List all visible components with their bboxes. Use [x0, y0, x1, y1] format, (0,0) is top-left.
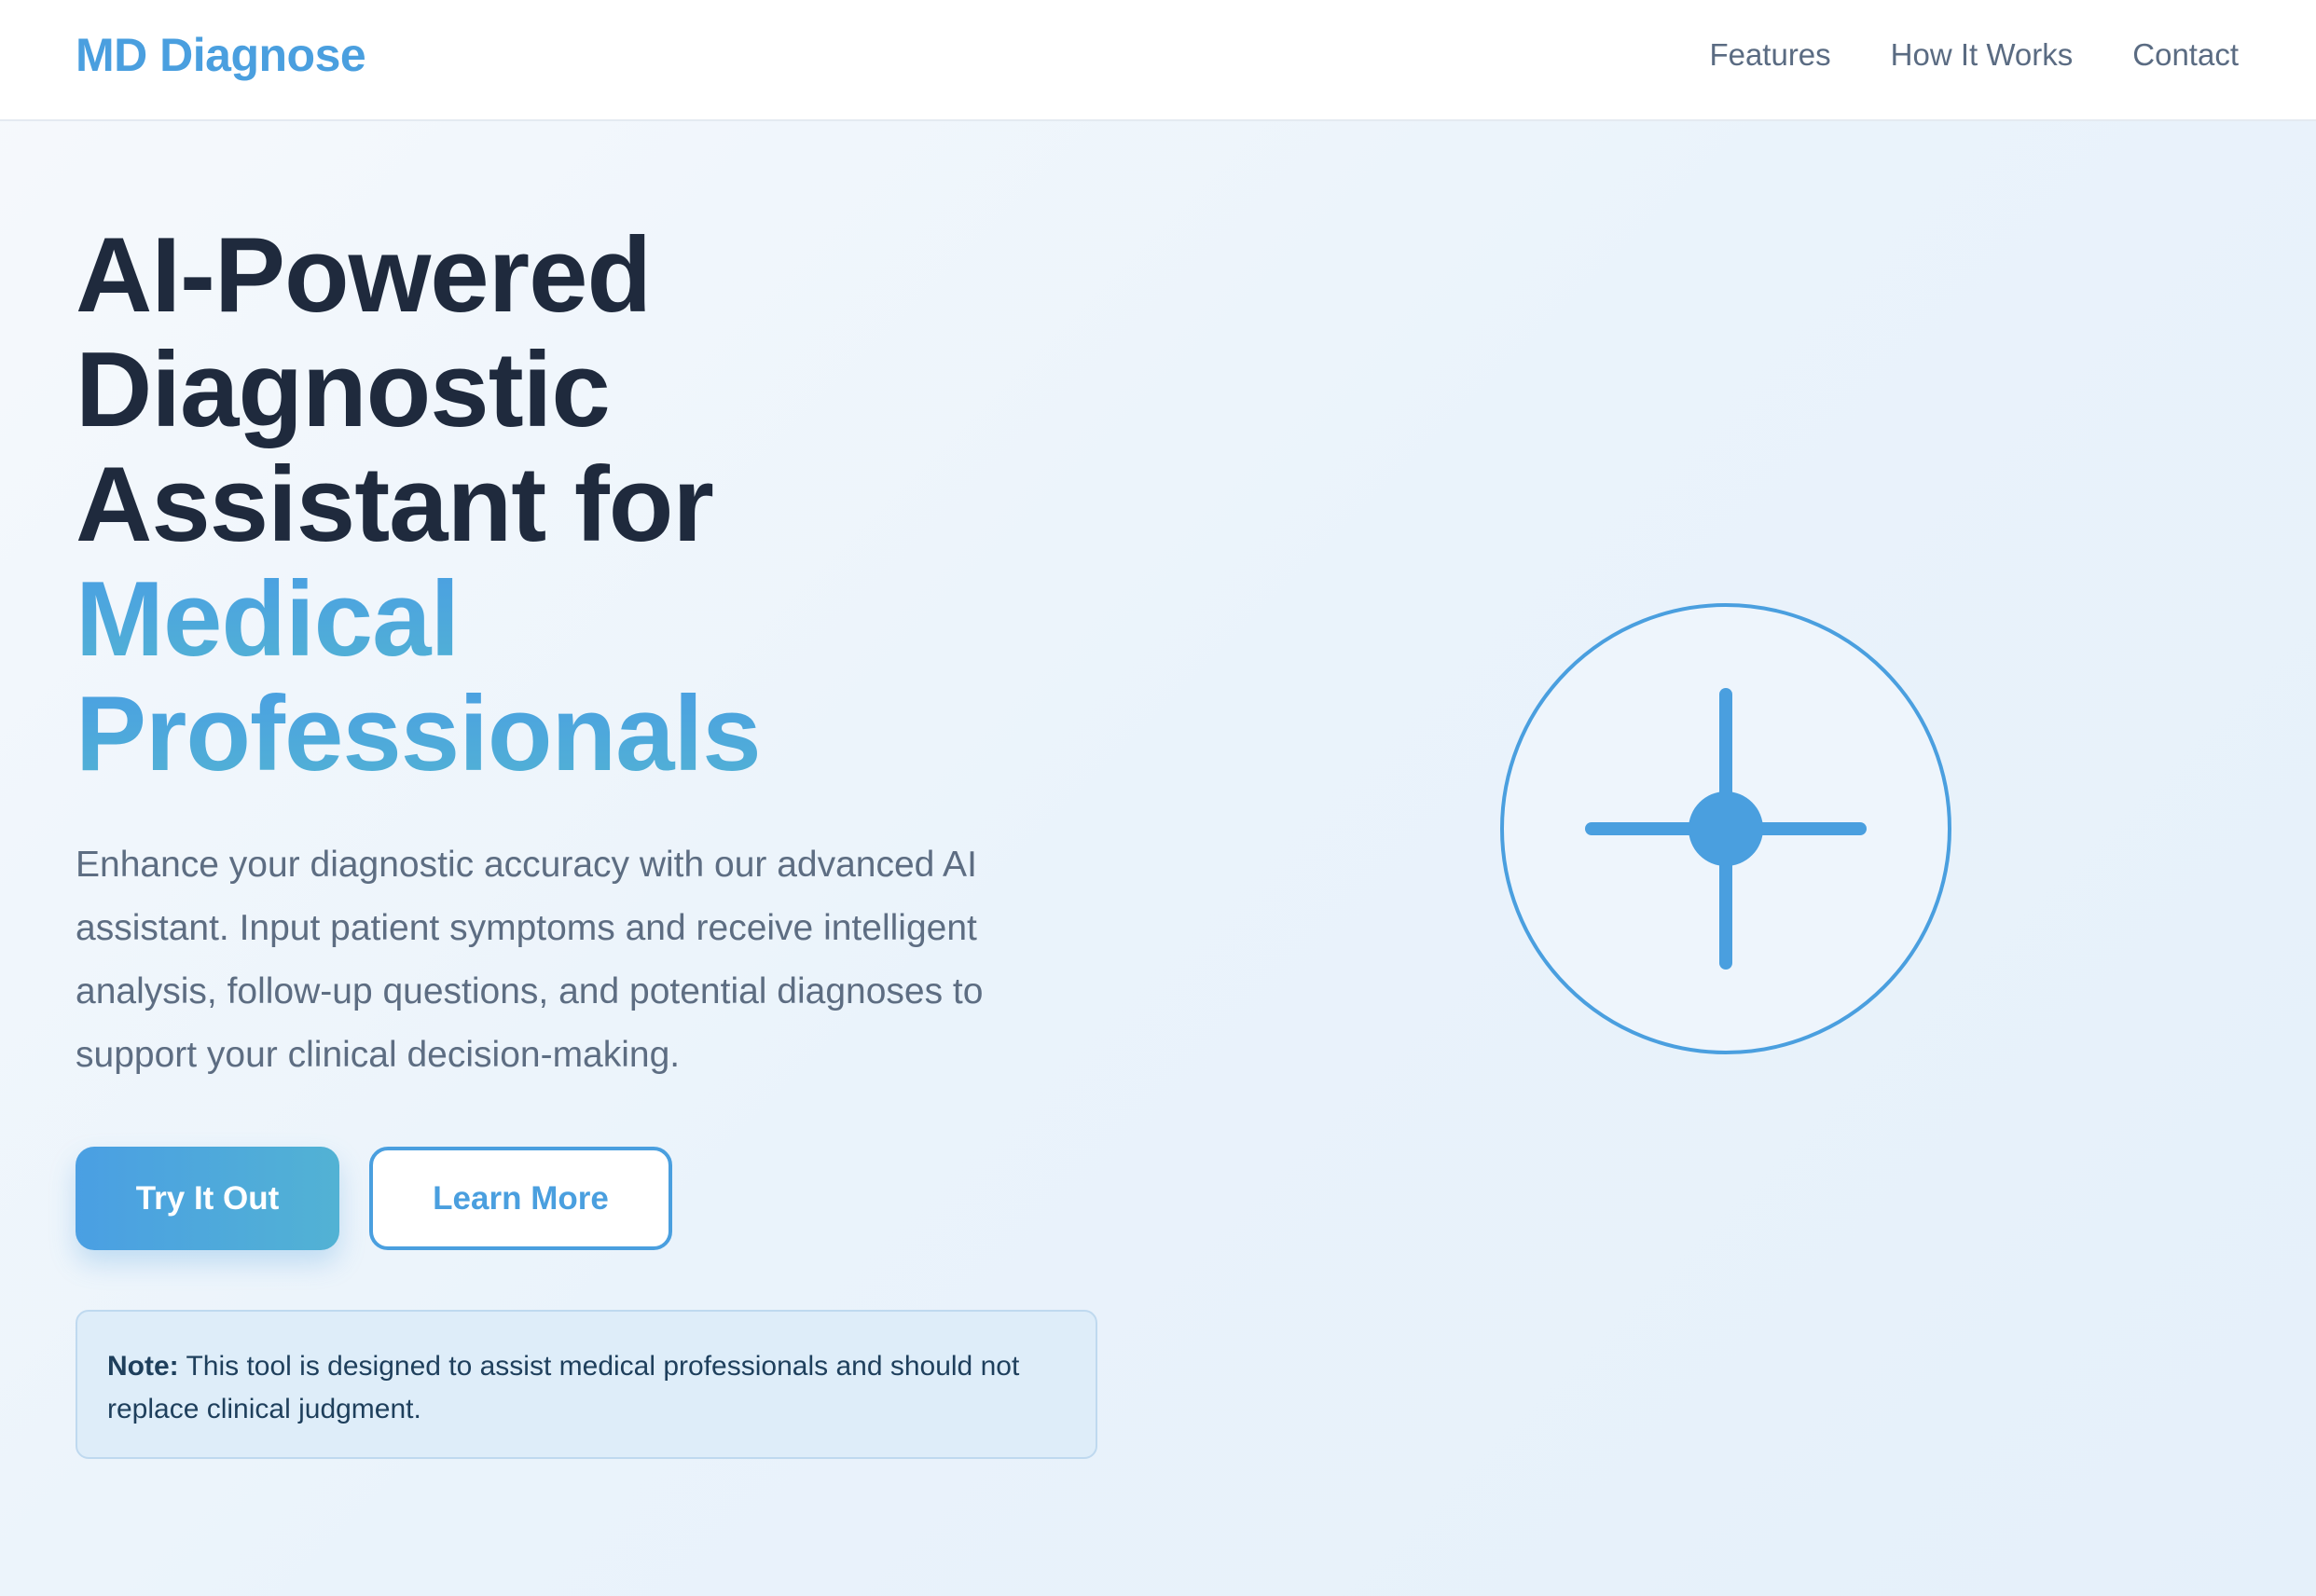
medical-crosshair-icon [1500, 603, 1951, 1054]
try-it-out-button[interactable]: Try It Out [76, 1147, 339, 1250]
hero-title-accent-line: Medical [76, 562, 1101, 677]
note-text: This tool is designed to assist medical … [107, 1351, 1020, 1424]
nav-link-how-it-works[interactable]: How It Works [1891, 37, 2074, 73]
hero-title-accent-line: Professionals [76, 677, 1101, 791]
hero-title-line: Assistant for [76, 446, 714, 564]
note-label: Note: [107, 1351, 179, 1382]
hero-description: Enhance your diagnostic accuracy with ou… [76, 845, 984, 1075]
learn-more-button[interactable]: Learn More [369, 1147, 672, 1250]
disclaimer-note: Note: This tool is designed to assist me… [76, 1310, 1097, 1459]
hero-title-line: Diagnostic [76, 331, 611, 449]
nav-links: Features How It Works Contact [1709, 37, 2239, 73]
nav-link-features[interactable]: Features [1709, 37, 1830, 73]
nav-link-contact[interactable]: Contact [2132, 37, 2239, 73]
hero-title: AI-Powered Diagnostic Assistant for Medi… [76, 218, 1101, 791]
hero-title-line: AI-Powered [76, 216, 652, 335]
top-navbar: MD Diagnose Features How It Works Contac… [0, 0, 2316, 121]
brand-logo[interactable]: MD Diagnose [76, 28, 366, 82]
hero-illustration [1499, 602, 1952, 1055]
